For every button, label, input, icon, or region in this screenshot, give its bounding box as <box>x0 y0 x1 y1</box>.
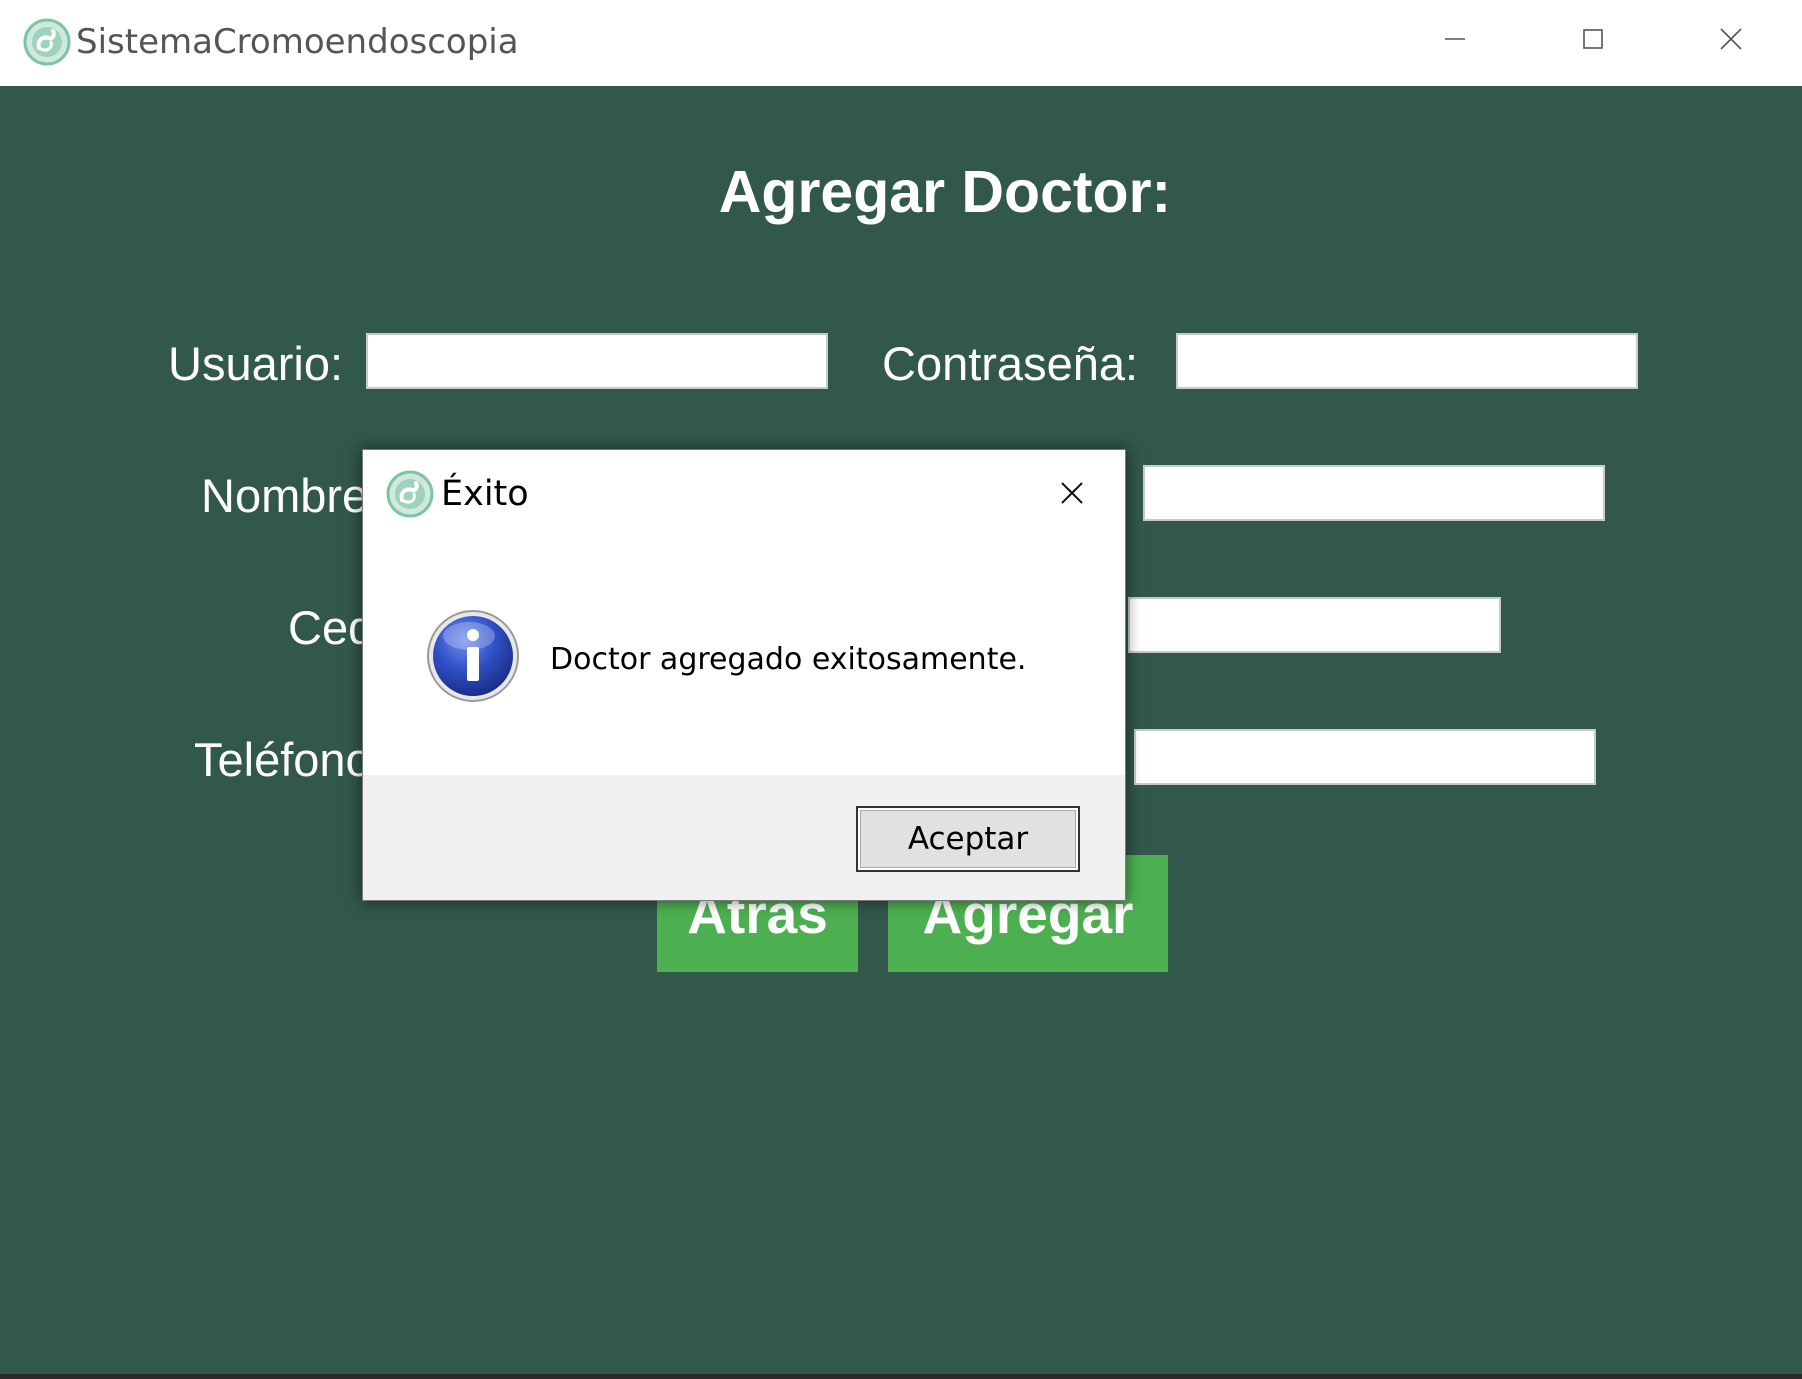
right-field-row-3-input[interactable] <box>1128 597 1501 653</box>
maximize-button[interactable] <box>1524 0 1662 78</box>
minimize-icon <box>1444 28 1466 50</box>
close-icon <box>1720 28 1742 50</box>
info-icon <box>425 608 521 704</box>
maximize-icon <box>1582 28 1604 50</box>
dialog-title: Éxito <box>441 474 529 514</box>
telefono-label: Teléfono <box>194 733 372 786</box>
success-dialog: Éxito Doctor agregado exitosamente. Acep… <box>362 449 1126 901</box>
usuario-input[interactable] <box>366 333 828 389</box>
bottom-edge <box>0 1374 1802 1379</box>
accept-button[interactable]: Aceptar <box>856 806 1080 872</box>
main-window: SistemaCromoendoscopia Agregar Doctor: U… <box>0 0 1802 1379</box>
window-title: SistemaCromoendoscopia <box>76 22 519 62</box>
minimize-button[interactable] <box>1386 0 1524 78</box>
app-logo-icon <box>386 470 434 518</box>
dialog-close-button[interactable] <box>1049 470 1095 516</box>
dialog-message: Doctor agregado exitosamente. <box>550 642 1027 677</box>
app-logo-icon <box>23 18 71 66</box>
title-bar: SistemaCromoendoscopia <box>0 0 1802 86</box>
usuario-label: Usuario: <box>168 337 344 390</box>
contrasena-input[interactable] <box>1176 333 1638 389</box>
form-title: Agregar Doctor: <box>718 159 1172 225</box>
close-window-button[interactable] <box>1662 0 1800 78</box>
contrasena-label: Contraseña: <box>882 337 1139 390</box>
right-field-row-2-input[interactable] <box>1143 465 1605 521</box>
right-field-row-4-input[interactable] <box>1134 729 1596 785</box>
close-icon <box>1061 482 1083 504</box>
nombre-label: Nombre <box>201 469 369 522</box>
